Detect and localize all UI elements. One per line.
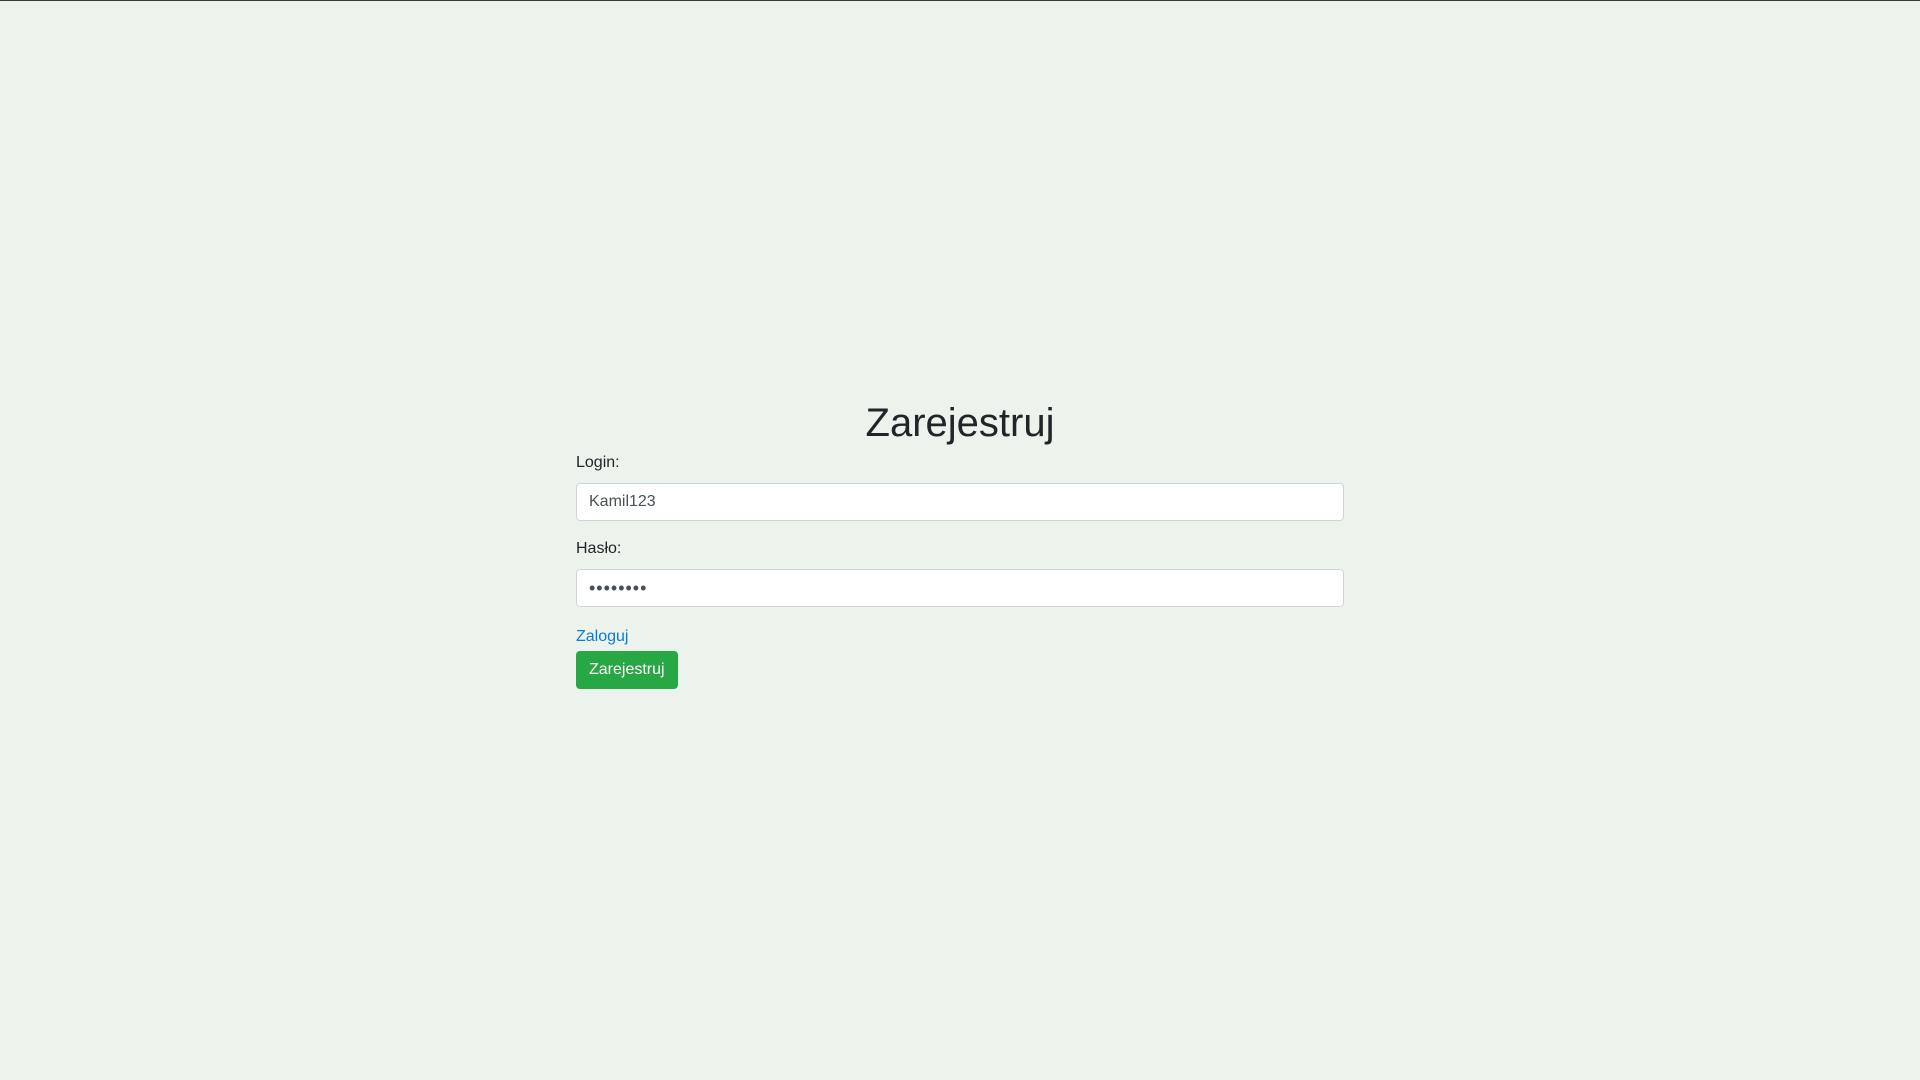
- submit-row: Zarejestruj: [576, 651, 1344, 689]
- password-field-group: Hasło:: [576, 537, 1344, 607]
- password-label: Hasło:: [576, 540, 622, 557]
- login-label: Login:: [576, 454, 620, 471]
- password-input[interactable]: [576, 569, 1344, 607]
- page-title: Zarejestruj: [865, 401, 1055, 445]
- login-input[interactable]: [576, 483, 1344, 521]
- login-field-group: Login:: [576, 451, 1344, 521]
- register-button[interactable]: Zarejestruj: [576, 651, 678, 689]
- login-link[interactable]: Zaloguj: [576, 627, 628, 647]
- register-form: Zarejestruj Login: Hasło: Zaloguj Zareje…: [576, 399, 1344, 689]
